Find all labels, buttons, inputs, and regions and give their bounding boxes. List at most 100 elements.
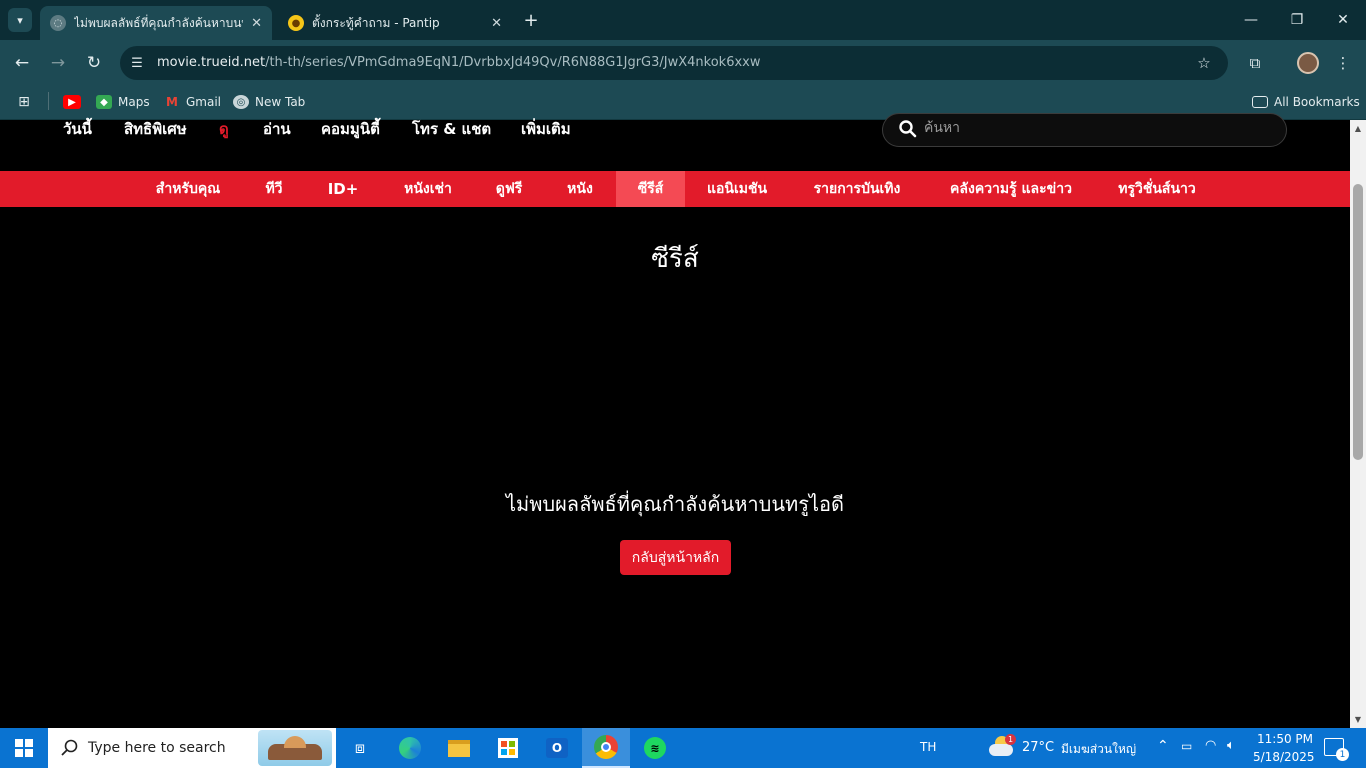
triangle-up-icon: ▲ xyxy=(1354,123,1362,133)
wifi-icon[interactable]: ◠ xyxy=(1205,738,1216,753)
close-icon: ✕ xyxy=(1337,12,1349,28)
tab-pantip[interactable]: ● ตั้งกระทู้คำถาม - Pantip ✕ xyxy=(278,6,512,40)
close-tab-icon[interactable]: ✕ xyxy=(251,16,262,31)
minimize-icon: — xyxy=(1244,12,1258,28)
cat-free[interactable]: ดูฟรี xyxy=(484,171,534,207)
scrollbar-thumb[interactable] xyxy=(1353,184,1363,460)
folder-icon xyxy=(1252,96,1268,108)
tune-icon: ☰ xyxy=(131,55,143,71)
top-nav-more[interactable]: เพิ่มเติม xyxy=(521,117,571,141)
cat-entertainment[interactable]: รายการบันเทิง xyxy=(799,171,915,207)
search-icon[interactable] xyxy=(898,119,918,139)
language-indicator[interactable]: TH xyxy=(920,740,936,754)
apps-button[interactable]: ⊞ xyxy=(16,92,38,112)
bookmark-label: New Tab xyxy=(255,95,306,109)
cat-truevisions-now[interactable]: ทรูวิชั่นส์นาว xyxy=(1106,171,1208,207)
gmail-icon: M xyxy=(166,95,178,109)
store-icon xyxy=(498,738,518,758)
extensions-button[interactable]: ⧉ xyxy=(1243,52,1267,74)
cat-for-you[interactable]: สำหรับคุณ xyxy=(142,171,234,207)
url-path: /th-th/series/VPmGdma9EqN1/DvrbbxJd49Qv/… xyxy=(265,55,761,70)
bookmark-star-button[interactable]: ☆ xyxy=(1192,52,1216,74)
bookmark-youtube[interactable]: ▶ xyxy=(63,92,87,112)
spotify-app[interactable]: ≋ xyxy=(631,728,679,768)
star-icon: ☆ xyxy=(1197,54,1211,72)
cat-tv[interactable]: ทีวี xyxy=(253,171,295,207)
top-nav-call-chat[interactable]: โทร & แชต xyxy=(412,117,491,141)
bookmark-maps[interactable]: ◆ Maps xyxy=(96,92,150,112)
clock-date[interactable]: 5/18/2025 xyxy=(1253,750,1315,764)
url-text[interactable]: movie.trueid.net/th-th/series/VPmGdma9Eq… xyxy=(157,55,761,70)
top-nav-watch[interactable]: ดู xyxy=(219,117,229,141)
start-button[interactable] xyxy=(0,728,48,768)
top-nav-community[interactable]: คอมมูนิตี้ xyxy=(321,117,380,141)
top-nav-privileges[interactable]: สิทธิพิเศษ xyxy=(124,117,187,141)
outlook-icon: O xyxy=(546,738,568,758)
tab-active[interactable]: ◌ ไม่พบผลลัพธ์ที่คุณกำลังค้นหาบนทรูไอดี … xyxy=(40,6,272,40)
spotify-icon: ≋ xyxy=(644,737,666,759)
url-host: movie.trueid.net xyxy=(157,55,266,70)
weather-text[interactable]: มีเมฆส่วนใหญ่ xyxy=(1061,740,1136,759)
file-explorer-app[interactable] xyxy=(435,728,483,768)
store-app[interactable] xyxy=(484,728,532,768)
chrome-icon xyxy=(594,735,618,759)
bookmark-gmail[interactable]: M Gmail xyxy=(164,92,221,112)
weather-badge: 1 xyxy=(1005,734,1016,745)
task-view-icon: ⧈ xyxy=(354,738,366,757)
arrow-left-icon: ← xyxy=(14,53,30,73)
tab-title: ไม่พบผลลัพธ์ที่คุณกำลังค้นหาบนทรูไอดี xyxy=(74,15,243,30)
tray-chevron-up-icon[interactable]: ⌃ xyxy=(1157,738,1169,754)
search-icon xyxy=(61,739,78,756)
tab-title: ตั้งกระทู้คำถาม - Pantip xyxy=(312,15,440,30)
cat-id-plus[interactable]: ID+ xyxy=(316,171,370,207)
all-bookmarks[interactable]: All Bookmarks xyxy=(1252,92,1360,112)
scroll-up-arrow[interactable]: ▲ xyxy=(1350,121,1366,135)
maps-icon: ◆ xyxy=(96,95,112,109)
new-tab-button[interactable]: + xyxy=(520,8,542,32)
tab-search-button[interactable]: ▾ xyxy=(8,8,32,32)
bookmark-label: Maps xyxy=(118,95,150,109)
profile-avatar[interactable] xyxy=(1297,52,1319,74)
cat-rental[interactable]: หนังเช่า xyxy=(392,171,464,207)
task-view-button[interactable]: ⧈ xyxy=(336,728,384,768)
cloud-icon xyxy=(989,744,1013,756)
outlook-app[interactable]: O xyxy=(533,728,581,768)
bookmark-new-tab[interactable]: ◎ New Tab xyxy=(233,92,305,112)
close-window-button[interactable]: ✕ xyxy=(1320,0,1366,40)
forward-button[interactable]: → xyxy=(44,50,72,76)
triangle-down-icon: ▼ xyxy=(1354,714,1362,724)
reload-icon: ↻ xyxy=(86,53,102,73)
chrome-app[interactable] xyxy=(582,728,630,768)
bookmark-label: Gmail xyxy=(186,95,222,109)
top-nav-read[interactable]: อ่าน xyxy=(263,117,291,141)
back-button[interactable]: ← xyxy=(8,50,36,76)
cat-animation[interactable]: แอนิเมชัน xyxy=(697,171,777,207)
cat-series[interactable]: ซีรีส์ xyxy=(616,171,685,207)
weather-temp[interactable]: 27°C xyxy=(1022,740,1054,755)
site-search-input[interactable] xyxy=(924,117,1264,139)
volume-icon[interactable]: 🔈︎ xyxy=(1227,738,1235,753)
battery-icon[interactable]: ▭ xyxy=(1181,739,1192,753)
minimize-button[interactable]: — xyxy=(1228,0,1274,40)
weather-widget[interactable]: 1 xyxy=(989,734,1016,758)
cat-movies[interactable]: หนัง xyxy=(555,171,605,207)
notification-icon[interactable]: 1 xyxy=(1324,738,1349,761)
folder-icon xyxy=(448,739,470,757)
menu-button[interactable]: ⋮ xyxy=(1331,52,1355,74)
pantip-favicon-icon: ● xyxy=(288,15,304,31)
scroll-down-arrow[interactable]: ▼ xyxy=(1350,712,1366,726)
site-info-button[interactable]: ☰ xyxy=(125,52,149,74)
reload-button[interactable]: ↻ xyxy=(80,50,108,76)
cat-knowledge-news[interactable]: คลังความรู้ และข่าว xyxy=(936,171,1086,207)
taskbar-search-text: Type here to search xyxy=(88,740,226,756)
restore-button[interactable]: ❐ xyxy=(1274,0,1320,40)
close-tab-icon[interactable]: ✕ xyxy=(491,16,502,31)
windows-logo-icon xyxy=(15,739,33,757)
plus-icon: + xyxy=(523,9,539,31)
edge-app[interactable] xyxy=(386,728,434,768)
notification-count: 1 xyxy=(1336,748,1349,761)
back-to-home-button[interactable]: กลับสู่หน้าหลัก xyxy=(620,540,731,575)
top-nav-today[interactable]: วันนี้ xyxy=(63,117,92,141)
clock-time[interactable]: 11:50 PM xyxy=(1257,732,1313,746)
arrow-right-icon: → xyxy=(50,53,66,73)
